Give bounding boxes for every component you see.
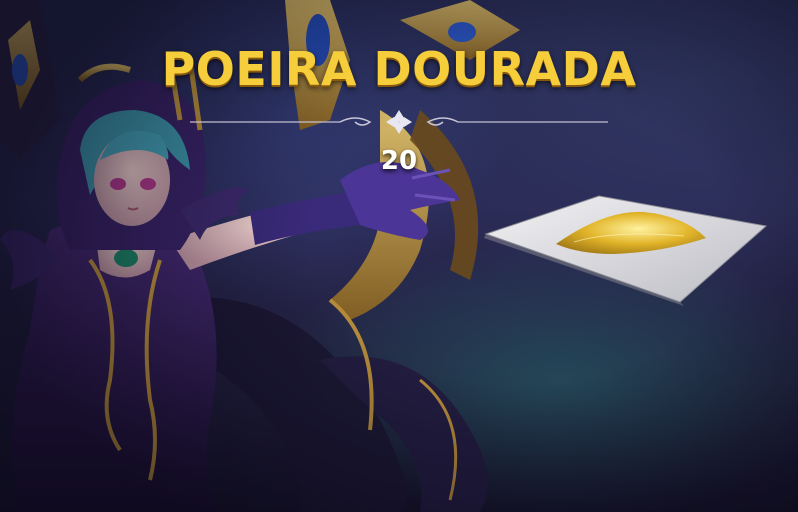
- reward-quantity: 20: [380, 146, 418, 176]
- reward-title: POEIRA DOURADA: [161, 42, 637, 96]
- title-divider: [190, 110, 608, 134]
- golden-dust-pile-icon: [484, 195, 768, 306]
- diamond-ornament-icon: [386, 110, 412, 134]
